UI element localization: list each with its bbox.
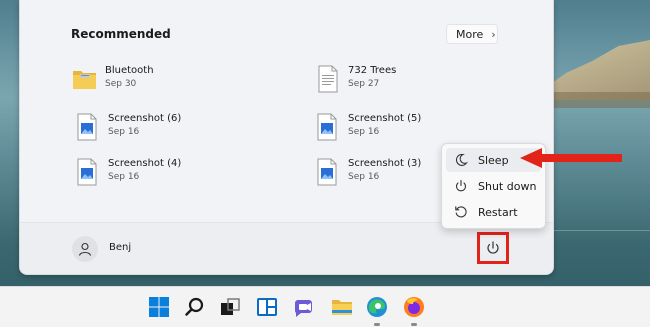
item-date: Sep 16 [348, 172, 380, 182]
item-date: Sep 16 [108, 172, 140, 182]
wallpaper-water [552, 230, 650, 231]
more-button[interactable]: More › [446, 24, 498, 44]
user-name: Benj [109, 242, 132, 253]
item-name: 732 Trees [348, 65, 397, 76]
widgets-icon[interactable] [255, 295, 279, 319]
item-name: Screenshot (6) [108, 113, 182, 124]
restart-label: Restart [478, 205, 518, 219]
item-name: Screenshot (4) [108, 158, 182, 169]
user-avatar[interactable] [72, 236, 98, 262]
teams-chat-icon[interactable] [292, 295, 316, 319]
recommended-item-screenshot-6[interactable]: Screenshot (6) Sep 16 [75, 112, 215, 146]
moon-icon [453, 152, 469, 168]
item-date: Sep 30 [105, 79, 137, 89]
start-menu: Recommended More › Bluetooth Sep 30 732 … [19, 0, 554, 275]
item-date: Sep 16 [108, 127, 140, 137]
document-icon [318, 65, 338, 93]
person-icon [78, 242, 92, 256]
recommended-item-screenshot-4[interactable]: Screenshot (4) Sep 16 [75, 157, 215, 191]
windows-start-icon[interactable] [147, 295, 171, 319]
search-icon[interactable] [183, 295, 207, 319]
recommended-item-732-trees[interactable]: 732 Trees Sep 27 [315, 64, 455, 98]
chevron-right-icon: › [491, 27, 496, 41]
item-name: Screenshot (3) [348, 158, 422, 169]
item-name: Screenshot (5) [348, 113, 422, 124]
task-view-icon[interactable] [218, 295, 242, 319]
restart-menu-item[interactable]: Restart [446, 200, 541, 224]
more-label: More [456, 27, 484, 41]
edge-icon[interactable] [365, 295, 389, 319]
item-date: Sep 27 [348, 79, 380, 89]
red-arrow-annotation [520, 148, 622, 168]
item-date: Sep 16 [348, 127, 380, 137]
start-footer [20, 223, 553, 274]
power-button[interactable] [477, 232, 509, 264]
recommended-item-bluetooth[interactable]: Bluetooth Sep 30 [72, 64, 212, 98]
recommended-item-screenshot-5[interactable]: Screenshot (5) Sep 16 [315, 112, 455, 146]
folder-icon [73, 71, 96, 89]
image-file-icon [77, 113, 97, 141]
file-explorer-icon[interactable] [330, 295, 354, 319]
image-file-icon [317, 158, 337, 186]
wallpaper-shore [545, 92, 650, 108]
shut-down-menu-item[interactable]: Shut down [446, 174, 541, 198]
image-file-icon [77, 158, 97, 186]
sleep-label: Sleep [478, 153, 509, 167]
power-icon [453, 178, 469, 194]
power-icon [487, 241, 499, 254]
taskbar [0, 286, 650, 327]
shut-down-label: Shut down [478, 179, 537, 193]
restart-icon [453, 204, 469, 220]
wallpaper-reeds [545, 40, 650, 100]
firefox-icon[interactable] [402, 295, 426, 319]
image-file-icon [317, 113, 337, 141]
recommended-heading: Recommended [71, 27, 171, 41]
item-name: Bluetooth [105, 65, 154, 76]
recommended-item-screenshot-3[interactable]: Screenshot (3) Sep 16 [315, 157, 455, 191]
